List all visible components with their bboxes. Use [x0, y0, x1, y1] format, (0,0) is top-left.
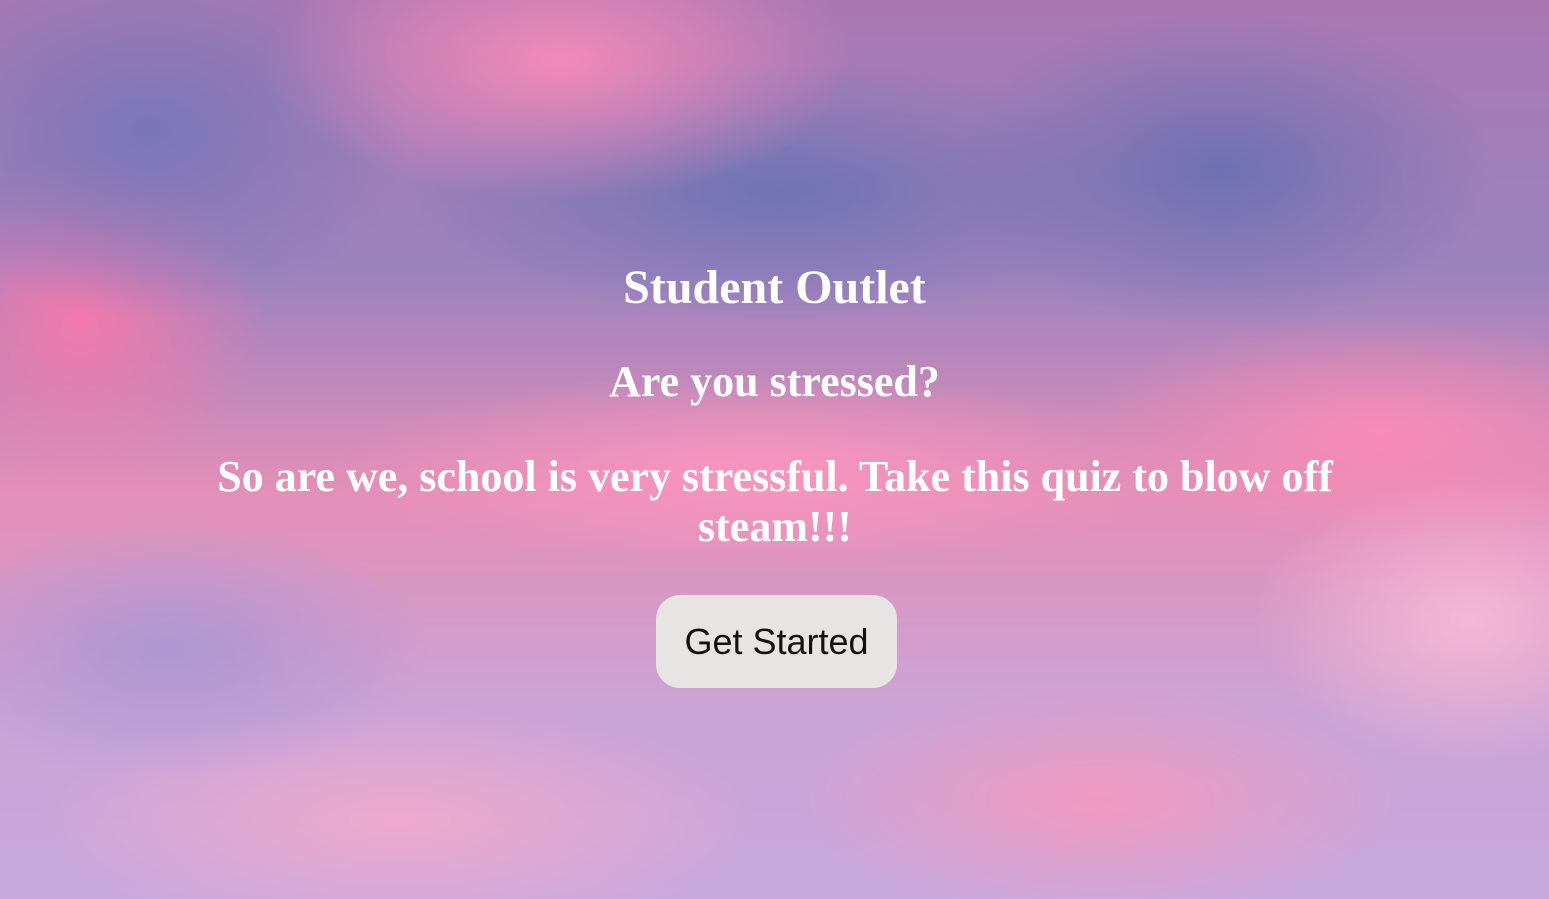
hero-subtitle: Are you stressed?: [609, 357, 940, 406]
sunset-sky-background: [0, 0, 1549, 899]
page-title: Student Outlet: [623, 261, 926, 314]
hero-tagline: So are we, school is very stressful. Tak…: [217, 452, 1333, 551]
get-started-button[interactable]: Get Started: [656, 595, 897, 688]
